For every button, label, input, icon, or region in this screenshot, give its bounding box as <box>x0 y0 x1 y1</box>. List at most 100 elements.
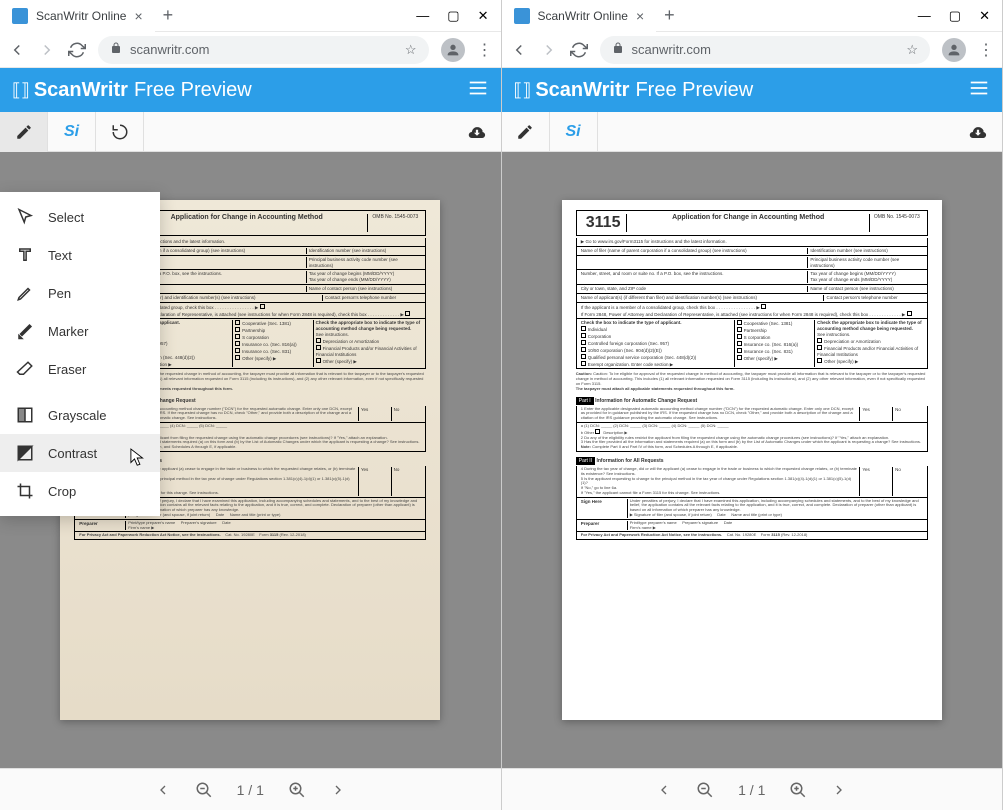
app-header: ⟦⟧ ScanWritr Free Preview <box>502 68 1003 112</box>
window-controls: — ▢ ✕ <box>416 8 500 24</box>
signature-button[interactable]: Si <box>48 112 96 152</box>
window-controls: — ▢ ✕ <box>918 8 1002 24</box>
new-tab-button[interactable]: + <box>155 5 182 26</box>
app-brand: ScanWritr <box>535 79 629 102</box>
new-tab-button[interactable]: + <box>656 5 683 26</box>
form-title: Application for Change in Accounting Met… <box>132 214 361 232</box>
zoom-in-button[interactable] <box>288 781 306 799</box>
contrast-icon <box>16 444 34 462</box>
tab-title: ScanWritr Online <box>538 9 628 23</box>
maximize-icon[interactable]: ▢ <box>949 8 961 24</box>
app-header: ⟦⟧ ScanWritr Free Preview <box>0 68 501 112</box>
url-text: scanwritr.com <box>632 42 711 57</box>
titlebar: ScanWritr Online × + — ▢ ✕ <box>502 0 1003 32</box>
profile-avatar[interactable] <box>942 38 966 62</box>
browser-tab[interactable]: ScanWritr Online × <box>0 0 155 32</box>
tool-marker[interactable]: Marker <box>0 312 160 350</box>
tool-text-label: Text <box>48 248 72 263</box>
edit-tool-button[interactable] <box>502 112 550 152</box>
forward-button[interactable] <box>540 41 558 59</box>
footer: 1 / 1 <box>0 768 501 810</box>
page-indicator: 1 / 1 <box>237 782 264 798</box>
grayscale-icon <box>16 406 34 424</box>
url-field[interactable]: scanwritr.com ☆ <box>600 36 931 64</box>
close-tab-icon[interactable]: × <box>636 8 644 24</box>
edit-tool-button[interactable] <box>0 112 48 152</box>
forward-button[interactable] <box>38 41 56 59</box>
minimize-icon[interactable]: — <box>918 8 931 24</box>
reload-button[interactable] <box>68 41 86 59</box>
titlebar: ScanWritr Online × + — ▢ ✕ <box>0 0 501 32</box>
marker-icon <box>16 322 34 340</box>
tab-title: ScanWritr Online <box>36 9 126 23</box>
maximize-icon[interactable]: ▢ <box>447 8 459 24</box>
tool-contrast-label: Contrast <box>48 446 97 461</box>
url-bar: scanwritr.com ☆ ⋮ <box>502 32 1003 68</box>
tool-grayscale-label: Grayscale <box>48 408 107 423</box>
form-number: 3115 <box>580 214 628 232</box>
cursor-icon <box>16 208 34 226</box>
browser-tab[interactable]: ScanWritr Online × <box>502 0 657 32</box>
prev-page-button[interactable] <box>656 782 672 798</box>
left-window: ScanWritr Online × + — ▢ ✕ scanwritr.com… <box>0 0 502 810</box>
crop-icon <box>16 482 34 500</box>
tool-text[interactable]: Text <box>0 236 160 274</box>
reload-button[interactable] <box>570 41 588 59</box>
app-logo-icon: ⟦⟧ <box>514 80 532 101</box>
close-window-icon[interactable]: ✕ <box>478 8 489 24</box>
lock-icon <box>110 42 122 57</box>
form-title: Application for Change in Accounting Met… <box>633 214 862 232</box>
url-bar: scanwritr.com ☆ ⋮ <box>0 32 501 68</box>
tool-eraser-label: Eraser <box>48 362 86 377</box>
menu-icon[interactable]: ⋮ <box>978 40 994 60</box>
back-button[interactable] <box>510 41 528 59</box>
tool-select[interactable]: Select <box>0 198 160 236</box>
signature-button[interactable]: Si <box>550 112 598 152</box>
profile-avatar[interactable] <box>441 38 465 62</box>
app-suffix: Free Preview <box>635 79 753 102</box>
app-brand: ScanWritr <box>34 79 128 102</box>
mouse-cursor <box>130 448 148 468</box>
tool-pen[interactable]: Pen <box>0 274 160 312</box>
zoom-in-button[interactable] <box>789 781 807 799</box>
footer: 1 / 1 <box>502 768 1003 810</box>
form-omb: OMB No. 1545-0073 <box>367 214 422 232</box>
hamburger-icon[interactable] <box>968 77 990 104</box>
hamburger-icon[interactable] <box>467 77 489 104</box>
favicon <box>12 8 28 24</box>
zoom-out-button[interactable] <box>195 781 213 799</box>
toolbar: Si <box>502 112 1003 152</box>
close-window-icon[interactable]: ✕ <box>979 8 990 24</box>
star-icon[interactable]: ☆ <box>906 42 918 58</box>
undo-button[interactable] <box>96 112 144 152</box>
canvas[interactable]: 3115 Application for Change in Accountin… <box>502 152 1003 768</box>
url-text: scanwritr.com <box>130 42 209 57</box>
pen-icon <box>16 284 34 302</box>
minimize-icon[interactable]: — <box>416 8 429 24</box>
app-logo-icon: ⟦⟧ <box>12 80 30 101</box>
close-tab-icon[interactable]: × <box>134 8 142 24</box>
toolbar: Si <box>0 112 501 152</box>
tool-crop-label: Crop <box>48 484 76 499</box>
text-icon <box>16 246 34 264</box>
tool-pen-label: Pen <box>48 286 71 301</box>
star-icon[interactable]: ☆ <box>405 42 417 58</box>
document-page-processed[interactable]: 3115 Application for Change in Accountin… <box>562 200 942 720</box>
url-field[interactable]: scanwritr.com ☆ <box>98 36 429 64</box>
zoom-out-button[interactable] <box>696 781 714 799</box>
tool-grayscale[interactable]: Grayscale <box>0 396 160 434</box>
form-omb: OMB No. 1545-0073 <box>869 214 924 232</box>
tool-eraser[interactable]: Eraser <box>0 350 160 388</box>
prev-page-button[interactable] <box>155 782 171 798</box>
download-button[interactable] <box>954 112 1002 152</box>
app-suffix: Free Preview <box>134 79 252 102</box>
back-button[interactable] <box>8 41 26 59</box>
tool-select-label: Select <box>48 210 84 225</box>
download-button[interactable] <box>453 112 501 152</box>
next-page-button[interactable] <box>330 782 346 798</box>
tool-crop[interactable]: Crop <box>0 472 160 510</box>
next-page-button[interactable] <box>831 782 847 798</box>
favicon <box>514 8 530 24</box>
lock-icon <box>612 42 624 57</box>
menu-icon[interactable]: ⋮ <box>477 40 493 60</box>
